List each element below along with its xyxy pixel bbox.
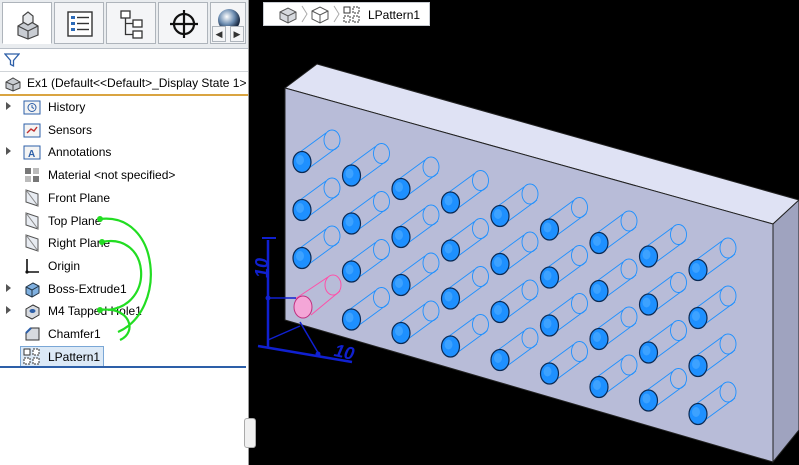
expand-arrow-icon[interactable] xyxy=(6,306,11,315)
annotations-folder-icon: A xyxy=(23,145,41,160)
dimension-label-horizontal: 10 xyxy=(332,340,356,364)
dimension-label-vertical: 10 xyxy=(252,258,272,278)
manager-tab-bar: ◀ ▶ xyxy=(0,0,248,49)
tree-item-label: M4 Tapped Hole1 xyxy=(48,304,142,319)
tree-item-label: LPattern1 xyxy=(48,349,101,364)
tree-item-label: Boss-Extrude1 xyxy=(48,281,127,296)
tree-item-label: History xyxy=(48,100,86,114)
plane-icon xyxy=(25,234,39,252)
property-list-icon xyxy=(67,11,93,37)
tree-root-part[interactable]: Ex1 (Default<<Default>_Display State 1> xyxy=(0,72,248,94)
plane-icon xyxy=(25,189,39,207)
tree-item-label: Sensors xyxy=(48,122,93,137)
tree-item-label: Top Plane xyxy=(48,213,102,228)
expand-arrow-icon[interactable] xyxy=(6,147,11,156)
tree-item-label: Chamfer1 xyxy=(48,327,101,341)
graphics-viewport[interactable]: 10 10 xyxy=(249,0,799,465)
property-manager-tab[interactable] xyxy=(54,2,104,44)
hole-wizard-icon xyxy=(25,304,40,320)
sensors-folder-icon xyxy=(23,123,41,138)
tab-scroll-left-button[interactable]: ◀ xyxy=(212,26,226,42)
tree-item-label: Annotations xyxy=(48,145,112,160)
tree-item-annotations[interactable]: A Annotations xyxy=(0,141,248,163)
tree-item-boss-extrude1[interactable]: Boss-Extrude1 xyxy=(0,278,248,300)
tree-item-label: Origin xyxy=(48,258,81,273)
block-side-face[interactable] xyxy=(772,199,799,464)
svg-text:A: A xyxy=(28,149,35,160)
history-folder-icon xyxy=(23,100,41,115)
crosshair-icon xyxy=(170,10,198,38)
funnel-icon[interactable] xyxy=(4,52,20,68)
linear-pattern-icon xyxy=(23,348,40,365)
feature-manager-panel: ◀ ▶ Ex1 (Default<<Default>_Display State… xyxy=(0,0,256,465)
tree-item-chamfer1[interactable]: Chamfer1 xyxy=(0,323,248,345)
tree-item-material-not-specified[interactable]: Material <not specified> xyxy=(0,164,248,186)
material-icon xyxy=(25,168,39,183)
tree-item-sensors[interactable]: Sensors xyxy=(0,119,248,141)
expand-arrow-icon[interactable] xyxy=(6,102,11,110)
tree-item-origin[interactable]: Origin xyxy=(0,255,248,277)
filter-bar xyxy=(0,49,248,72)
tree-item-history[interactable]: History xyxy=(0,96,248,118)
feature-manager-tab[interactable] xyxy=(2,2,52,44)
plane-icon xyxy=(25,211,39,230)
expand-arrow-icon[interactable] xyxy=(6,283,11,292)
tree-root-label: Ex1 (Default<<Default>_Display State 1> xyxy=(27,76,247,90)
configuration-manager-tab[interactable] xyxy=(106,2,156,44)
part-tree-icon xyxy=(17,11,39,40)
appearance-sphere-icon xyxy=(218,9,240,26)
origin-icon xyxy=(25,258,39,274)
tree-item-front-plane[interactable]: Front Plane xyxy=(0,187,248,209)
tree-item-top-plane[interactable]: Top Plane xyxy=(0,210,248,232)
tree-item-label: Right Plane xyxy=(48,236,111,251)
rollback-bar[interactable] xyxy=(0,366,246,368)
tree-item-label: Material <not specified> xyxy=(48,168,176,183)
configuration-tree-icon xyxy=(120,10,143,39)
tree-item-right-plane[interactable]: Right Plane xyxy=(0,232,248,254)
part-icon xyxy=(5,77,21,92)
tree-item-label: Front Plane xyxy=(48,190,111,205)
chamfer-icon xyxy=(25,327,40,341)
extrude-icon xyxy=(25,282,40,298)
dimxpert-tab[interactable] xyxy=(158,2,208,44)
tab-scroll-right-button[interactable]: ▶ xyxy=(230,26,244,42)
tree-item-m4-tapped-hole1[interactable]: M4 Tapped Hole1 xyxy=(0,300,248,322)
tree-item-lpattern1[interactable]: LPattern1 xyxy=(0,345,248,368)
